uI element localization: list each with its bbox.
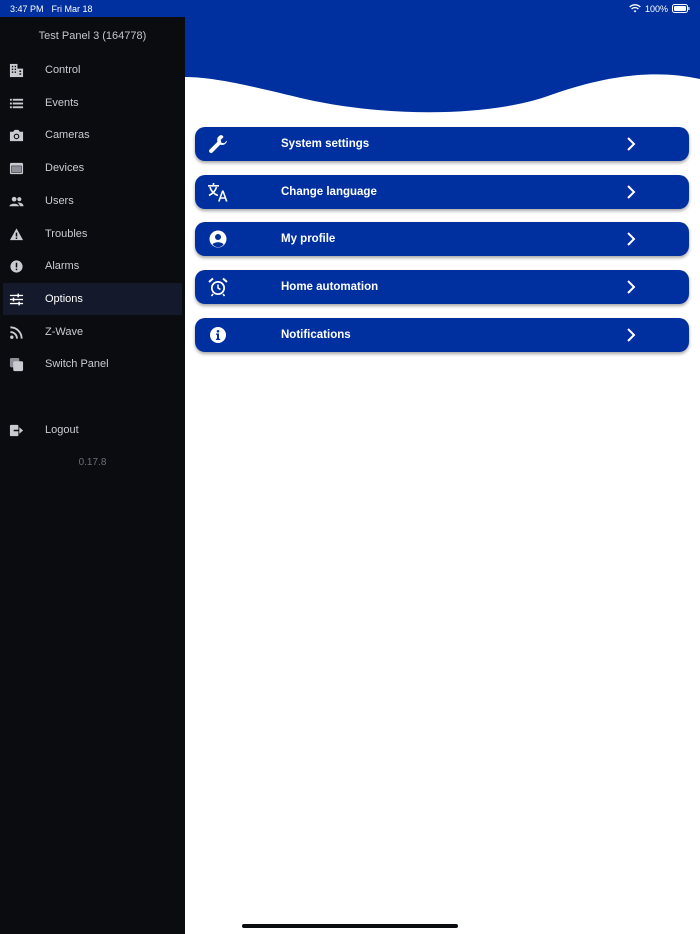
sidebar-item-label: Options (45, 293, 83, 305)
sidebar-item-options[interactable]: Options (3, 283, 182, 315)
rss-icon (3, 316, 29, 348)
camera-icon (3, 119, 29, 151)
option-label: Home automation (281, 281, 379, 293)
sidebar-item-label: Alarms (45, 260, 80, 272)
chevron-right-icon (625, 231, 637, 247)
translate-icon (207, 181, 229, 203)
change-language-button[interactable]: Change language (195, 175, 689, 209)
warning-icon (3, 218, 29, 250)
logout-button[interactable]: Logout (3, 414, 182, 446)
my-profile-button[interactable]: My profile (195, 222, 689, 256)
notifications-button[interactable]: Notifications (195, 318, 689, 352)
option-label: Change language (281, 186, 377, 198)
battery-icon (672, 4, 690, 13)
app-version: 0.17.8 (78, 457, 107, 468)
sidebar: Test Panel 3 (164778) Control Events Cam… (0, 17, 185, 934)
logout-label: Logout (45, 424, 79, 436)
header-wave-banner (185, 17, 700, 117)
sidebar-item-label: Z-Wave (45, 326, 84, 338)
chevron-right-icon (625, 136, 637, 152)
logout-icon (3, 414, 29, 446)
sidebar-item-troubles[interactable]: Troubles (3, 218, 182, 250)
battery-percent: 100% (644, 3, 668, 14)
chevron-right-icon (625, 327, 637, 343)
option-label: System settings (281, 138, 370, 150)
sidebar-item-users[interactable]: Users (3, 185, 182, 217)
alert-circle-icon (3, 250, 29, 282)
status-date: Fri Mar 18 (51, 3, 93, 14)
chevron-right-icon (625, 279, 637, 295)
sidebar-item-devices[interactable]: Devices (3, 152, 182, 184)
sidebar-item-label: Troubles (45, 228, 88, 240)
sidebar-item-control[interactable]: Control (3, 54, 182, 86)
home-indicator[interactable] (242, 924, 458, 928)
option-label: Notifications (281, 329, 351, 341)
home-automation-button[interactable]: Home automation (195, 270, 689, 304)
sidebar-item-events[interactable]: Events (3, 87, 182, 119)
status-time: 3:47 PM (10, 3, 44, 14)
system-settings-button[interactable]: System settings (195, 127, 689, 161)
sidebar-item-label: Devices (45, 162, 85, 174)
sliders-icon (3, 283, 29, 315)
sidebar-item-label: Switch Panel (45, 358, 109, 370)
wifi-icon (629, 4, 641, 13)
sidebar-item-switch-panel[interactable]: Switch Panel (3, 348, 182, 380)
sidebar-item-z-wave[interactable]: Z-Wave (3, 316, 182, 348)
info-icon (207, 324, 229, 346)
building-icon (3, 54, 29, 86)
device-icon (3, 152, 29, 184)
alarm-clock-icon (207, 276, 229, 298)
wrench-icon (207, 133, 229, 155)
panel-title: Test Panel 3 (164778) (38, 30, 147, 42)
user-circle-icon (207, 228, 229, 250)
sidebar-item-label: Events (45, 97, 79, 109)
status-bar: 3:47 PM Fri Mar 18 100% (0, 0, 700, 17)
list-icon (3, 87, 29, 119)
switch-panel-icon (3, 348, 29, 380)
sidebar-item-cameras[interactable]: Cameras (3, 119, 182, 151)
sidebar-item-label: Users (45, 195, 74, 207)
sidebar-item-label: Cameras (45, 129, 90, 141)
sidebar-item-alarms[interactable]: Alarms (3, 250, 182, 282)
option-label: My profile (281, 233, 336, 245)
chevron-right-icon (625, 184, 637, 200)
users-icon (3, 185, 29, 217)
sidebar-item-label: Control (45, 64, 81, 76)
